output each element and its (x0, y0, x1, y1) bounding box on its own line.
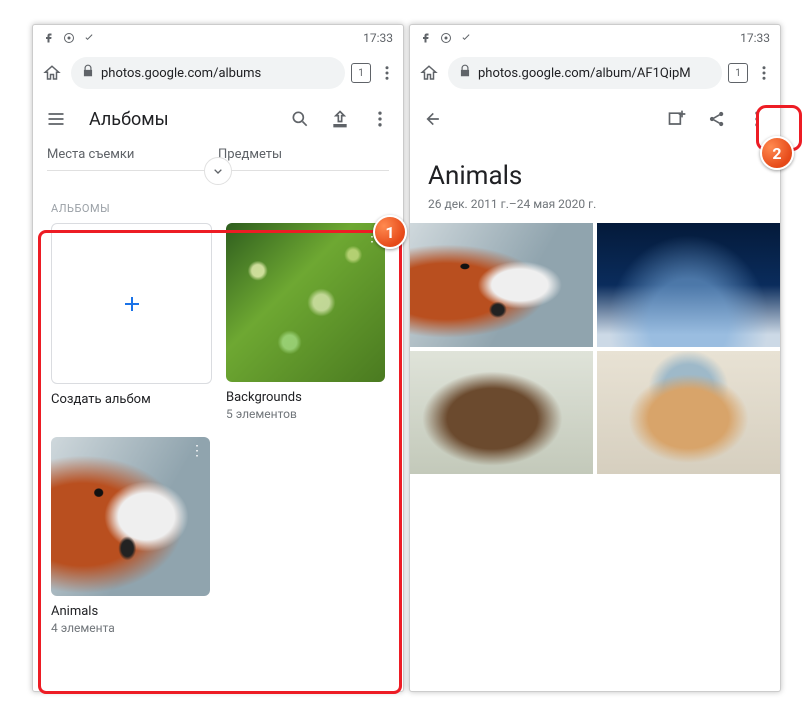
home-button[interactable] (416, 64, 442, 82)
lock-icon (81, 64, 95, 82)
photo-item[interactable] (410, 223, 593, 347)
url-field[interactable]: photos.google.com/album/AF1QipM (448, 57, 722, 89)
annotation-badge-2: 2 (760, 136, 794, 170)
back-icon[interactable] (422, 108, 444, 130)
album-animals[interactable]: ⋮ Animals 4 элемента (51, 437, 210, 635)
album-header: Animals 26 дек. 2011 г.–24 мая 2020 г. (410, 143, 780, 219)
tab-places[interactable]: Места съемки (47, 147, 218, 168)
status-time: 17:33 (740, 31, 770, 45)
album-thumbnail: ⋮ (51, 437, 210, 596)
album-title: Animals (51, 604, 210, 619)
album-action-bar (410, 95, 780, 143)
lock-icon (458, 64, 472, 82)
check-icon (83, 32, 95, 44)
album-date-range: 26 дек. 2011 г.–24 мая 2020 г. (428, 197, 762, 211)
album-grid: Создать альбом ⋮ Backgrounds 5 элементов… (33, 223, 403, 635)
tab-things[interactable]: Предметы (218, 147, 389, 168)
add-photo-icon[interactable] (666, 108, 688, 130)
create-album-card[interactable]: Создать альбом (51, 223, 210, 421)
status-bar: 17:33 (33, 25, 403, 51)
plus-icon (120, 292, 144, 316)
photo-grid (410, 219, 780, 474)
chrome-icon (440, 32, 452, 44)
menu-icon[interactable] (45, 108, 67, 130)
check-icon (460, 32, 472, 44)
album-count: 4 элемента (51, 621, 210, 635)
annotation-badge-1: 1 (373, 215, 407, 249)
screenshot-1: 17:33 photos.google.com/albums 1 Альбомы (32, 24, 404, 692)
album-thumbnail: ⋮ (226, 223, 385, 382)
expand-divider (33, 170, 403, 188)
home-button[interactable] (39, 64, 65, 82)
chevron-down-icon[interactable] (204, 157, 232, 185)
page-title: Альбомы (89, 109, 169, 130)
search-icon[interactable] (289, 108, 311, 130)
status-time: 17:33 (363, 31, 393, 45)
facebook-icon (43, 32, 55, 44)
tabs-count: 1 (358, 68, 364, 79)
create-album-label: Создать альбом (51, 392, 210, 407)
albums-section-label: АЛЬБОМЫ (33, 188, 403, 223)
photo-item[interactable] (410, 351, 593, 475)
tabs-button[interactable]: 1 (351, 63, 371, 83)
tabs-count: 1 (735, 68, 741, 79)
album-backgrounds[interactable]: ⋮ Backgrounds 5 элементов (226, 223, 385, 421)
album-title: Animals (428, 161, 762, 191)
url-text: photos.google.com/album/AF1QipM (478, 66, 691, 81)
more-icon[interactable] (746, 108, 768, 130)
thumb-more-icon[interactable]: ⋮ (190, 443, 204, 459)
photo-item[interactable] (597, 351, 780, 475)
status-bar: 17:33 (410, 25, 780, 51)
url-text: photos.google.com/albums (101, 66, 261, 81)
browser-more-icon[interactable] (754, 64, 774, 82)
browser-more-icon[interactable] (377, 64, 397, 82)
share-icon[interactable] (706, 108, 728, 130)
app-bar: Альбомы (33, 95, 403, 143)
upload-icon[interactable] (329, 108, 351, 130)
chrome-icon (63, 32, 75, 44)
album-count: 5 элементов (226, 407, 385, 421)
browser-url-bar: photos.google.com/albums 1 (33, 51, 403, 95)
browser-url-bar: photos.google.com/album/AF1QipM 1 (410, 51, 780, 95)
more-icon[interactable] (369, 108, 391, 130)
photo-item[interactable] (597, 223, 780, 347)
facebook-icon (420, 32, 432, 44)
url-field[interactable]: photos.google.com/albums (71, 57, 345, 89)
tabs-button[interactable]: 1 (728, 63, 748, 83)
album-title: Backgrounds (226, 390, 385, 405)
screenshot-2: 17:33 photos.google.com/album/AF1QipM 1 (409, 24, 781, 692)
